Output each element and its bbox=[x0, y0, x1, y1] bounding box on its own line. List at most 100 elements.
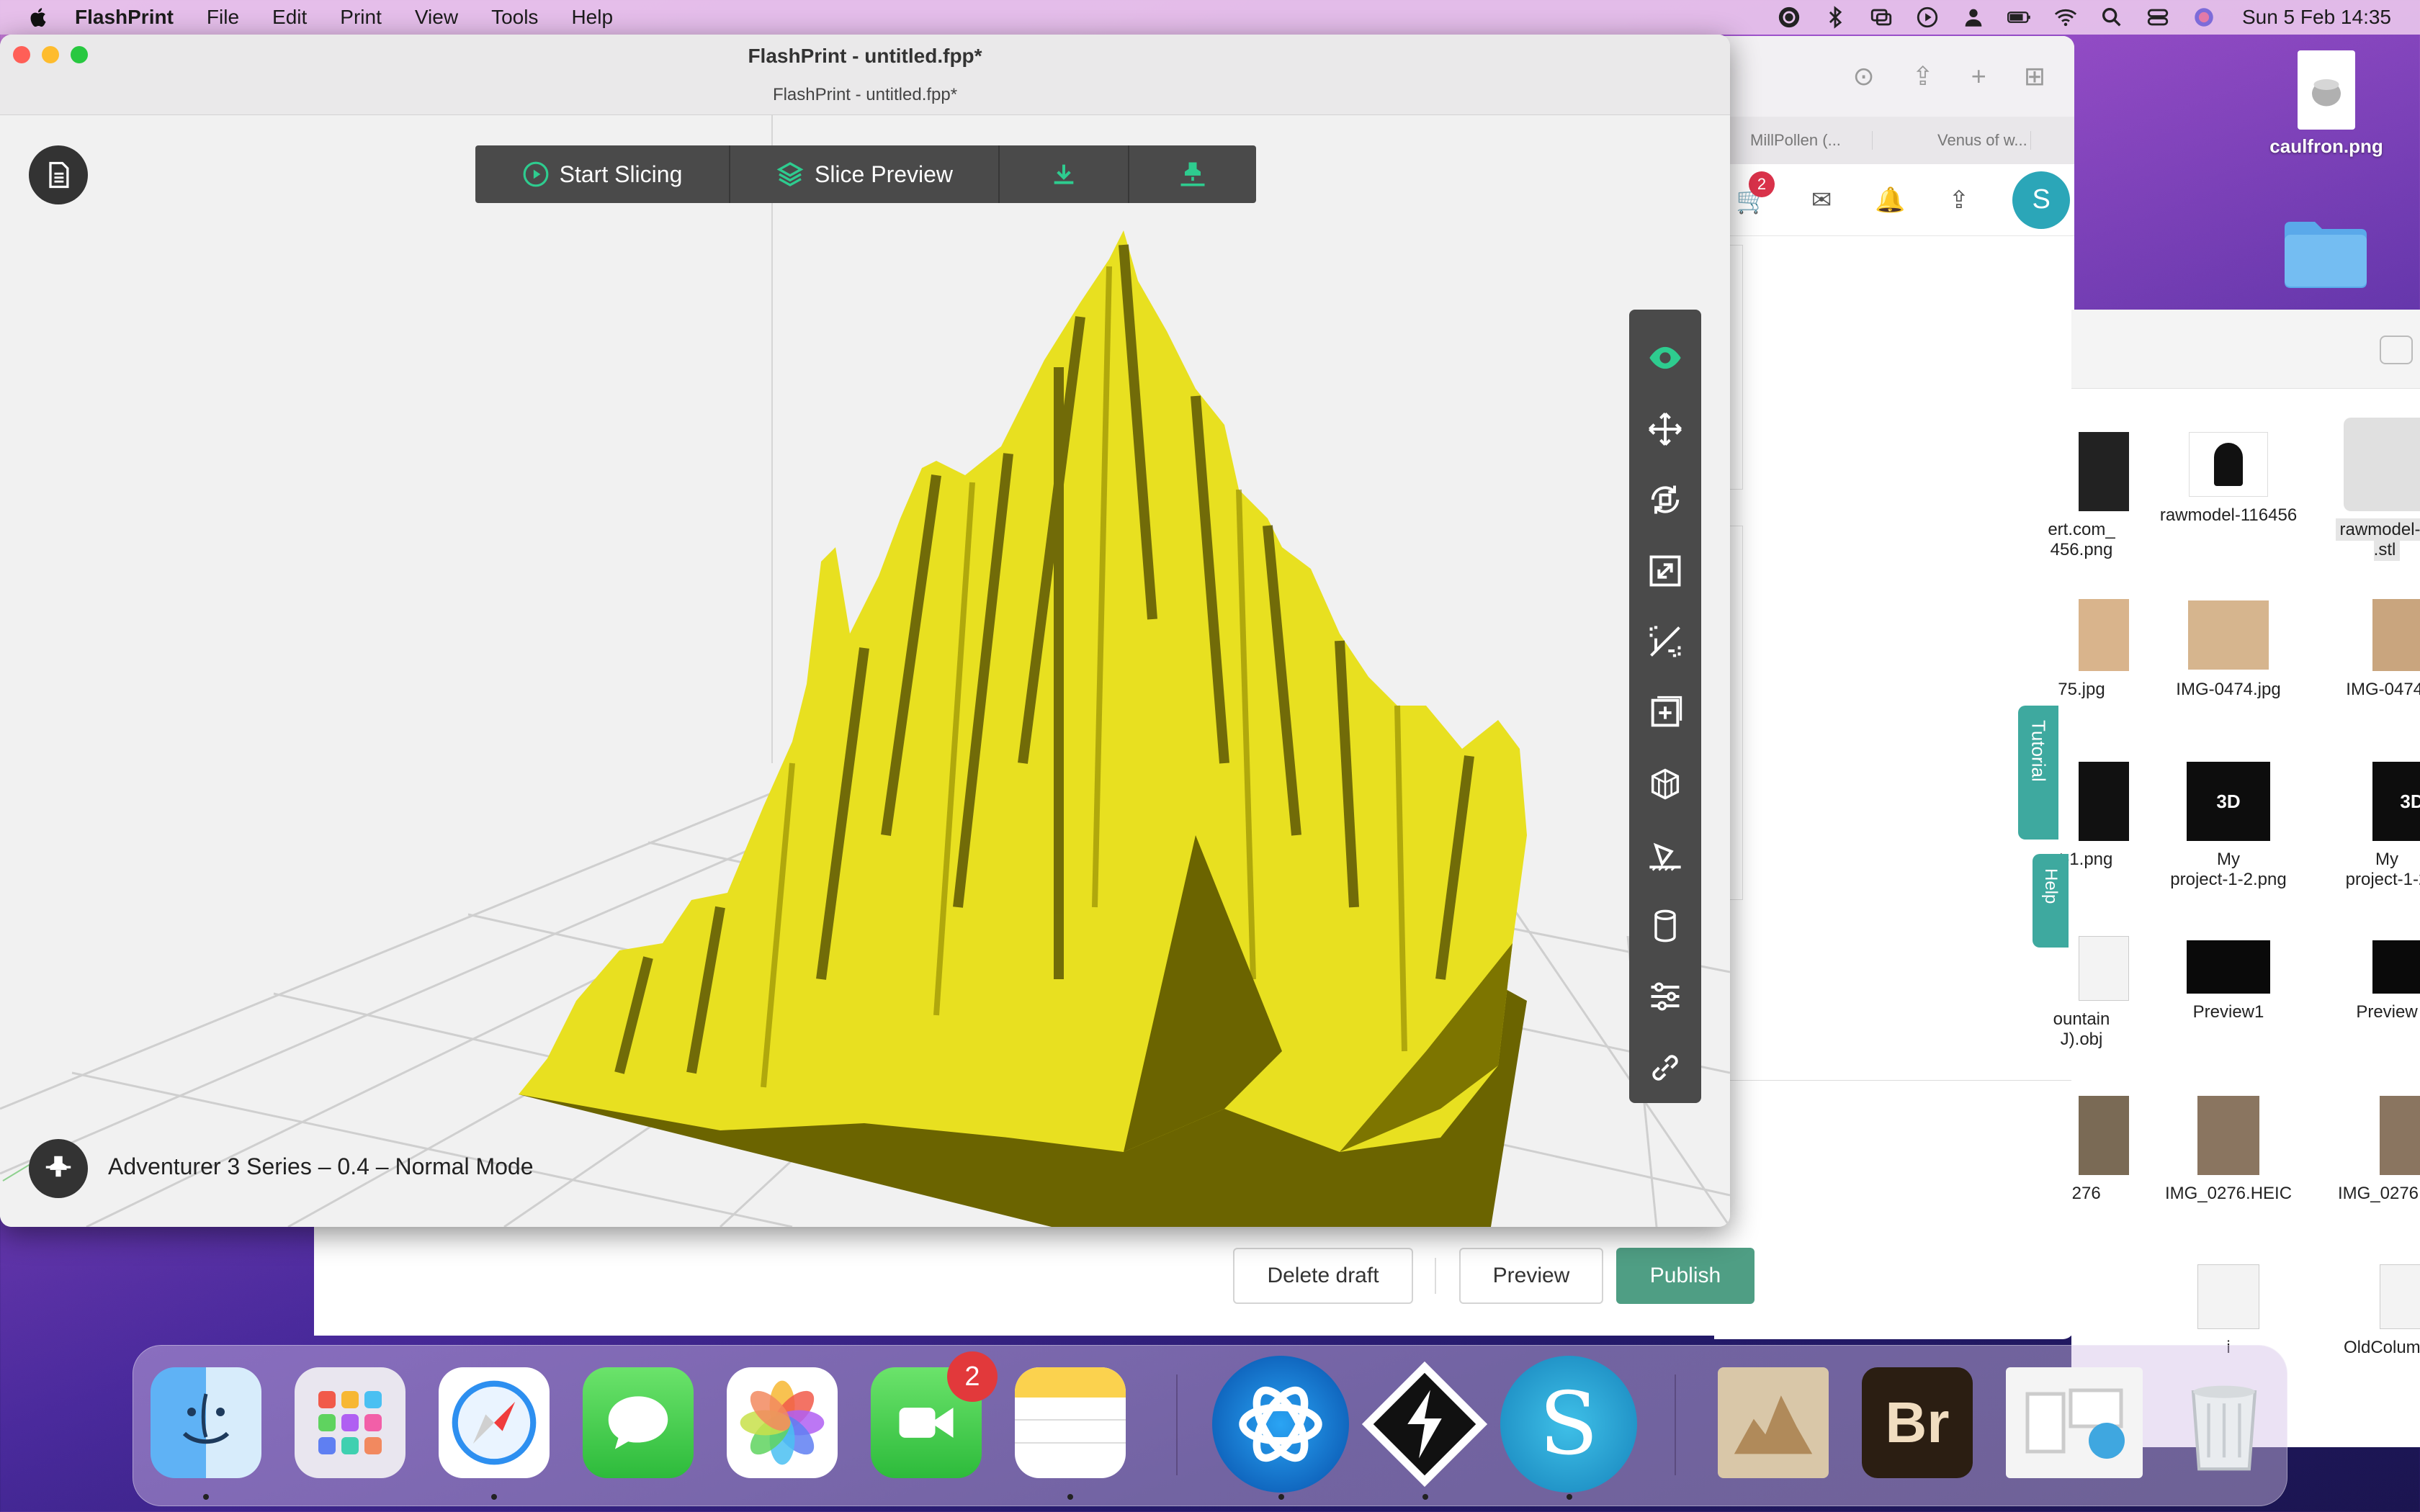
menu-file[interactable]: File bbox=[207, 6, 239, 29]
upload-icon[interactable]: ⇪ bbox=[1949, 186, 1970, 215]
finder-file[interactable]: rawmodel-116456 bbox=[2156, 432, 2300, 526]
finder-file[interactable]: Preview1 bbox=[2156, 940, 2300, 1022]
menubar-clock[interactable]: Sun 5 Feb 14:35 bbox=[2242, 6, 2391, 29]
menu-view[interactable]: View bbox=[415, 6, 458, 29]
tab-overview-icon[interactable]: ⊞ bbox=[2024, 61, 2045, 91]
file-thumbnail bbox=[2197, 1096, 2259, 1175]
file-list-button[interactable] bbox=[29, 145, 88, 204]
start-slicing-button[interactable]: Start Slicing bbox=[475, 145, 730, 203]
slice-preview-label: Slice Preview bbox=[814, 161, 954, 187]
link-tool-button[interactable] bbox=[1629, 1032, 1701, 1103]
file-thumbnail bbox=[2344, 418, 2420, 511]
settings-tool-button[interactable] bbox=[1629, 961, 1701, 1032]
publish-button[interactable]: Publish bbox=[1616, 1248, 1754, 1304]
view-tool-button[interactable] bbox=[1629, 323, 1701, 394]
preview-button[interactable]: Preview bbox=[1459, 1248, 1603, 1304]
finder-file[interactable]: Preview bbox=[2315, 940, 2420, 1022]
tutorial-tab-label: Tutorial bbox=[2027, 720, 2050, 782]
export-button[interactable] bbox=[1000, 145, 1129, 203]
printer-settings-button[interactable] bbox=[29, 1139, 88, 1198]
control-center-icon[interactable] bbox=[2146, 5, 2170, 30]
menu-print[interactable]: Print bbox=[340, 6, 382, 29]
adobe-bridge-dock-icon[interactable]: Br bbox=[1862, 1367, 1973, 1478]
finder-file-selected[interactable]: rawmodel-11 .stl bbox=[2315, 418, 2420, 561]
file-thumbnail: 3D bbox=[2187, 762, 2270, 841]
bell-icon[interactable]: 🔔 bbox=[1875, 186, 1905, 215]
finder-file[interactable]: IMG-0474. bbox=[2315, 599, 2420, 700]
finder-file[interactable]: 75.jpg bbox=[2009, 599, 2154, 700]
add-model-tool-button[interactable] bbox=[1629, 678, 1701, 749]
move-tool-button[interactable] bbox=[1629, 394, 1701, 465]
finder-dock-icon[interactable] bbox=[151, 1367, 261, 1478]
finder-file[interactable]: 3D My project-1-2.png bbox=[2156, 762, 2300, 890]
browser-tab-bar: MillPollen (... Venus of w... bbox=[1714, 117, 2074, 164]
wifi-icon[interactable] bbox=[2053, 5, 2078, 30]
play-icon[interactable] bbox=[1915, 5, 1940, 30]
launchpad-dock-icon[interactable] bbox=[295, 1367, 405, 1478]
supports-tool-button[interactable] bbox=[1629, 748, 1701, 819]
file-thumbnail bbox=[2079, 762, 2129, 841]
flashprint-dock-icon[interactable] bbox=[1356, 1356, 1493, 1493]
browser-toolbar: ⊙ ⇪ + ⊞ bbox=[1714, 36, 2074, 117]
notes-line bbox=[1015, 1442, 1126, 1444]
screen-mirror-icon[interactable] bbox=[1869, 5, 1894, 30]
spotlight-search-icon[interactable] bbox=[2099, 5, 2124, 30]
photos-dock-icon[interactable] bbox=[727, 1367, 838, 1478]
help-tab[interactable]: Help bbox=[2033, 854, 2069, 948]
finder-file[interactable]: IMG-0474.jpg bbox=[2156, 599, 2300, 700]
3d-viewport[interactable]: Start Slicing Slice Preview Adventurer 3… bbox=[0, 115, 1730, 1227]
finder-file[interactable]: ert.com_ 456.png bbox=[2009, 432, 2154, 560]
battle-net-dock-icon[interactable] bbox=[1212, 1356, 1349, 1493]
mail-icon[interactable]: ✉ bbox=[1811, 186, 1832, 215]
scale-tool-button[interactable] bbox=[1629, 536, 1701, 607]
finder-file[interactable]: ountain J).obj bbox=[2009, 936, 2154, 1050]
notes-dock-icon[interactable] bbox=[1015, 1367, 1126, 1478]
browser-tab[interactable]: MillPollen (... bbox=[1714, 131, 1873, 150]
view-grid-icon[interactable] bbox=[2380, 336, 2413, 364]
finder-file[interactable]: OldColumn bbox=[2315, 1264, 2420, 1358]
rotate-tool-button[interactable] bbox=[1629, 464, 1701, 536]
hollow-tool-button[interactable] bbox=[1629, 890, 1701, 961]
trash-dock-icon[interactable] bbox=[2169, 1367, 2280, 1478]
battery-icon[interactable] bbox=[2007, 5, 2032, 30]
download-icon[interactable]: ⊙ bbox=[1852, 61, 1874, 91]
cut-tool-button[interactable] bbox=[1629, 606, 1701, 678]
finder-file[interactable]: IMG_0276.HEIC bbox=[2156, 1096, 2300, 1204]
recent-document-dock-icon[interactable] bbox=[2006, 1367, 2143, 1478]
share-icon[interactable]: ⇪ bbox=[1912, 61, 1934, 91]
messages-dock-icon[interactable] bbox=[583, 1367, 694, 1478]
status-area: Sun 5 Feb 14:35 bbox=[1777, 0, 2391, 35]
safari-dock-icon[interactable] bbox=[439, 1367, 550, 1478]
browser-tab[interactable]: Venus of w... bbox=[1873, 131, 2031, 150]
file-thumbnail bbox=[2079, 936, 2129, 1001]
menu-app-name[interactable]: FlashPrint bbox=[75, 6, 174, 29]
place-on-surface-tool-button[interactable] bbox=[1629, 819, 1701, 891]
siri-icon[interactable] bbox=[2192, 5, 2216, 30]
menu-edit[interactable]: Edit bbox=[272, 6, 307, 29]
running-indicator bbox=[491, 1494, 497, 1500]
avatar[interactable]: S bbox=[2012, 171, 2071, 229]
delete-draft-button[interactable]: Delete draft bbox=[1233, 1248, 1413, 1304]
apple-menu-icon[interactable] bbox=[27, 6, 56, 29]
bluetooth-icon[interactable] bbox=[1823, 5, 1847, 30]
slice-preview-button[interactable]: Slice Preview bbox=[730, 145, 1000, 203]
window-titlebar: FlashPrint - untitled.fpp* FlashPrint - … bbox=[0, 35, 1730, 115]
finder-file[interactable]: IMG_0276.H bbox=[2315, 1096, 2420, 1204]
silhouette-studio-dock-icon[interactable]: S bbox=[1500, 1356, 1637, 1493]
new-tab-icon[interactable]: + bbox=[1971, 61, 1986, 91]
menu-help[interactable]: Help bbox=[571, 6, 613, 29]
printer-profile-label: Adventurer 3 Series – 0.4 – Normal Mode bbox=[108, 1153, 534, 1179]
finder-file[interactable]: i bbox=[2156, 1264, 2300, 1358]
print-button[interactable] bbox=[1129, 145, 1256, 203]
desktop-file[interactable]: caulfron.png bbox=[2247, 50, 2406, 158]
user-icon[interactable] bbox=[1961, 5, 1986, 30]
file-thumbnail bbox=[2298, 50, 2355, 130]
recent-image-dock-icon[interactable] bbox=[1718, 1367, 1829, 1478]
finder-file[interactable]: 3D My project-1-2 bbox=[2315, 762, 2420, 890]
tutorial-tab[interactable]: Tutorial bbox=[2018, 706, 2058, 840]
menu-tools[interactable]: Tools bbox=[491, 6, 538, 29]
facetime-notification-badge: 2 bbox=[947, 1351, 998, 1402]
creative-cloud-icon[interactable] bbox=[1777, 5, 1801, 30]
desktop-folder-icon[interactable] bbox=[2282, 217, 2370, 289]
file-label: Preview1 bbox=[2192, 1002, 2264, 1022]
